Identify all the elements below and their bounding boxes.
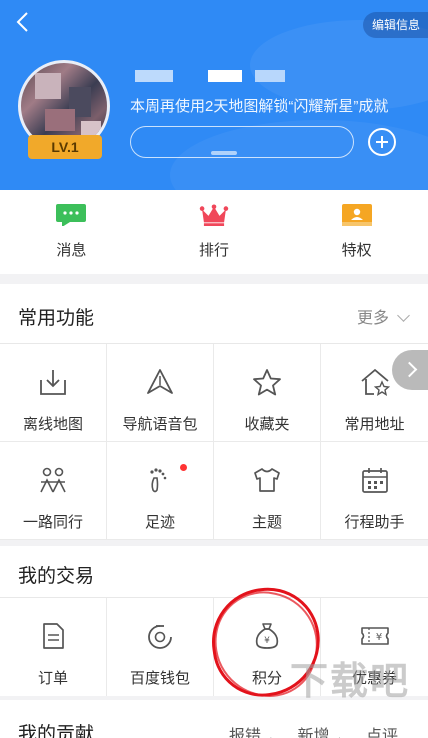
tab-review[interactable]: 点评 <box>366 728 398 738</box>
watermark: 下载吧 <box>290 661 411 703</box>
section-title: 常用功能 <box>18 308 95 329</box>
home-star-icon <box>360 368 390 396</box>
star-icon <box>253 369 281 396</box>
new-badge-dot <box>180 464 187 471</box>
shirt-icon <box>254 468 280 492</box>
contribution-tabs: 报错、 新增、 点评 <box>221 722 398 738</box>
money-bag-icon: ¥ <box>255 623 279 649</box>
tab-ranking[interactable]: 排行 <box>143 190 286 274</box>
wallet-icon <box>148 625 172 649</box>
tab-new[interactable]: 新增 <box>298 728 330 738</box>
voice-pack-button[interactable]: 导航语音包 <box>107 344 214 442</box>
tab-report-error[interactable]: 报错 <box>229 728 261 738</box>
crown-icon <box>199 204 229 226</box>
level-badge: LV.1 <box>28 135 102 159</box>
svg-text:¥: ¥ <box>264 636 270 646</box>
username-redacted <box>135 70 173 82</box>
chevron-left-icon[interactable] <box>10 8 38 36</box>
tab-messages[interactable]: 消息 <box>0 190 143 274</box>
download-map-icon <box>40 370 66 395</box>
quick-tabs: 消息 排行 特权 <box>0 190 428 274</box>
tab-label: 排行 <box>199 242 230 259</box>
level-progress-bar <box>130 126 354 158</box>
section-header: 常用功能 更多 <box>0 284 428 344</box>
username-redacted <box>208 70 242 82</box>
common-grid: 离线地图 导航语音包 收藏夹 常用地址 一路同行 足迹 主题 行程助手 <box>0 344 428 540</box>
svg-text:¥: ¥ <box>375 632 381 643</box>
calendar-icon <box>361 468 388 493</box>
section-title: 我的贡献 <box>18 724 95 738</box>
chevron-down-icon <box>397 309 410 322</box>
navigation-voice-icon <box>147 369 173 394</box>
section-header: 我的贡献 报错、 新增、 点评 <box>0 700 428 738</box>
trip-assistant-button[interactable]: 行程助手 <box>321 442 428 540</box>
footprint-icon <box>150 468 167 493</box>
profile-header: 编辑信息 LV.1 本周再使用2天地图解锁“闪耀新星”成就 <box>0 0 428 190</box>
common-functions-section: 常用功能 更多 离线地图 导航语音包 收藏夹 常用地址 一路同行 足迹 主题 行… <box>0 284 428 540</box>
tab-label: 消息 <box>56 242 87 259</box>
plus-circle-icon[interactable] <box>368 128 396 156</box>
edit-profile-button[interactable]: 编辑信息 <box>362 12 428 38</box>
message-icon <box>56 204 87 227</box>
achievement-tip: 本周再使用2天地图解锁“闪耀新星”成就 <box>130 98 389 115</box>
orders-button[interactable]: 订单 <box>0 598 107 696</box>
favorites-button[interactable]: 收藏夹 <box>214 344 321 442</box>
travel-together-button[interactable]: 一路同行 <box>0 442 107 540</box>
coupon-icon: ¥ <box>360 627 389 645</box>
tab-label: 特权 <box>341 242 372 259</box>
baidu-wallet-button[interactable]: 百度钱包 <box>107 598 214 696</box>
my-contributions-section: 我的贡献 报错、 新增、 点评 <box>0 700 428 738</box>
chevron-right-icon[interactable] <box>392 350 428 390</box>
username-redacted <box>255 70 285 82</box>
people-icon <box>40 467 66 493</box>
section-header: 我的交易 <box>0 546 428 598</box>
card-icon <box>341 204 372 226</box>
tab-privilege[interactable]: 特权 <box>285 190 428 274</box>
footprint-button[interactable]: 足迹 <box>107 442 214 540</box>
offline-map-button[interactable]: 离线地图 <box>0 344 107 442</box>
theme-button[interactable]: 主题 <box>214 442 321 540</box>
more-link[interactable]: 更多 <box>357 304 410 328</box>
document-icon <box>43 623 64 649</box>
section-title: 我的交易 <box>18 566 95 587</box>
